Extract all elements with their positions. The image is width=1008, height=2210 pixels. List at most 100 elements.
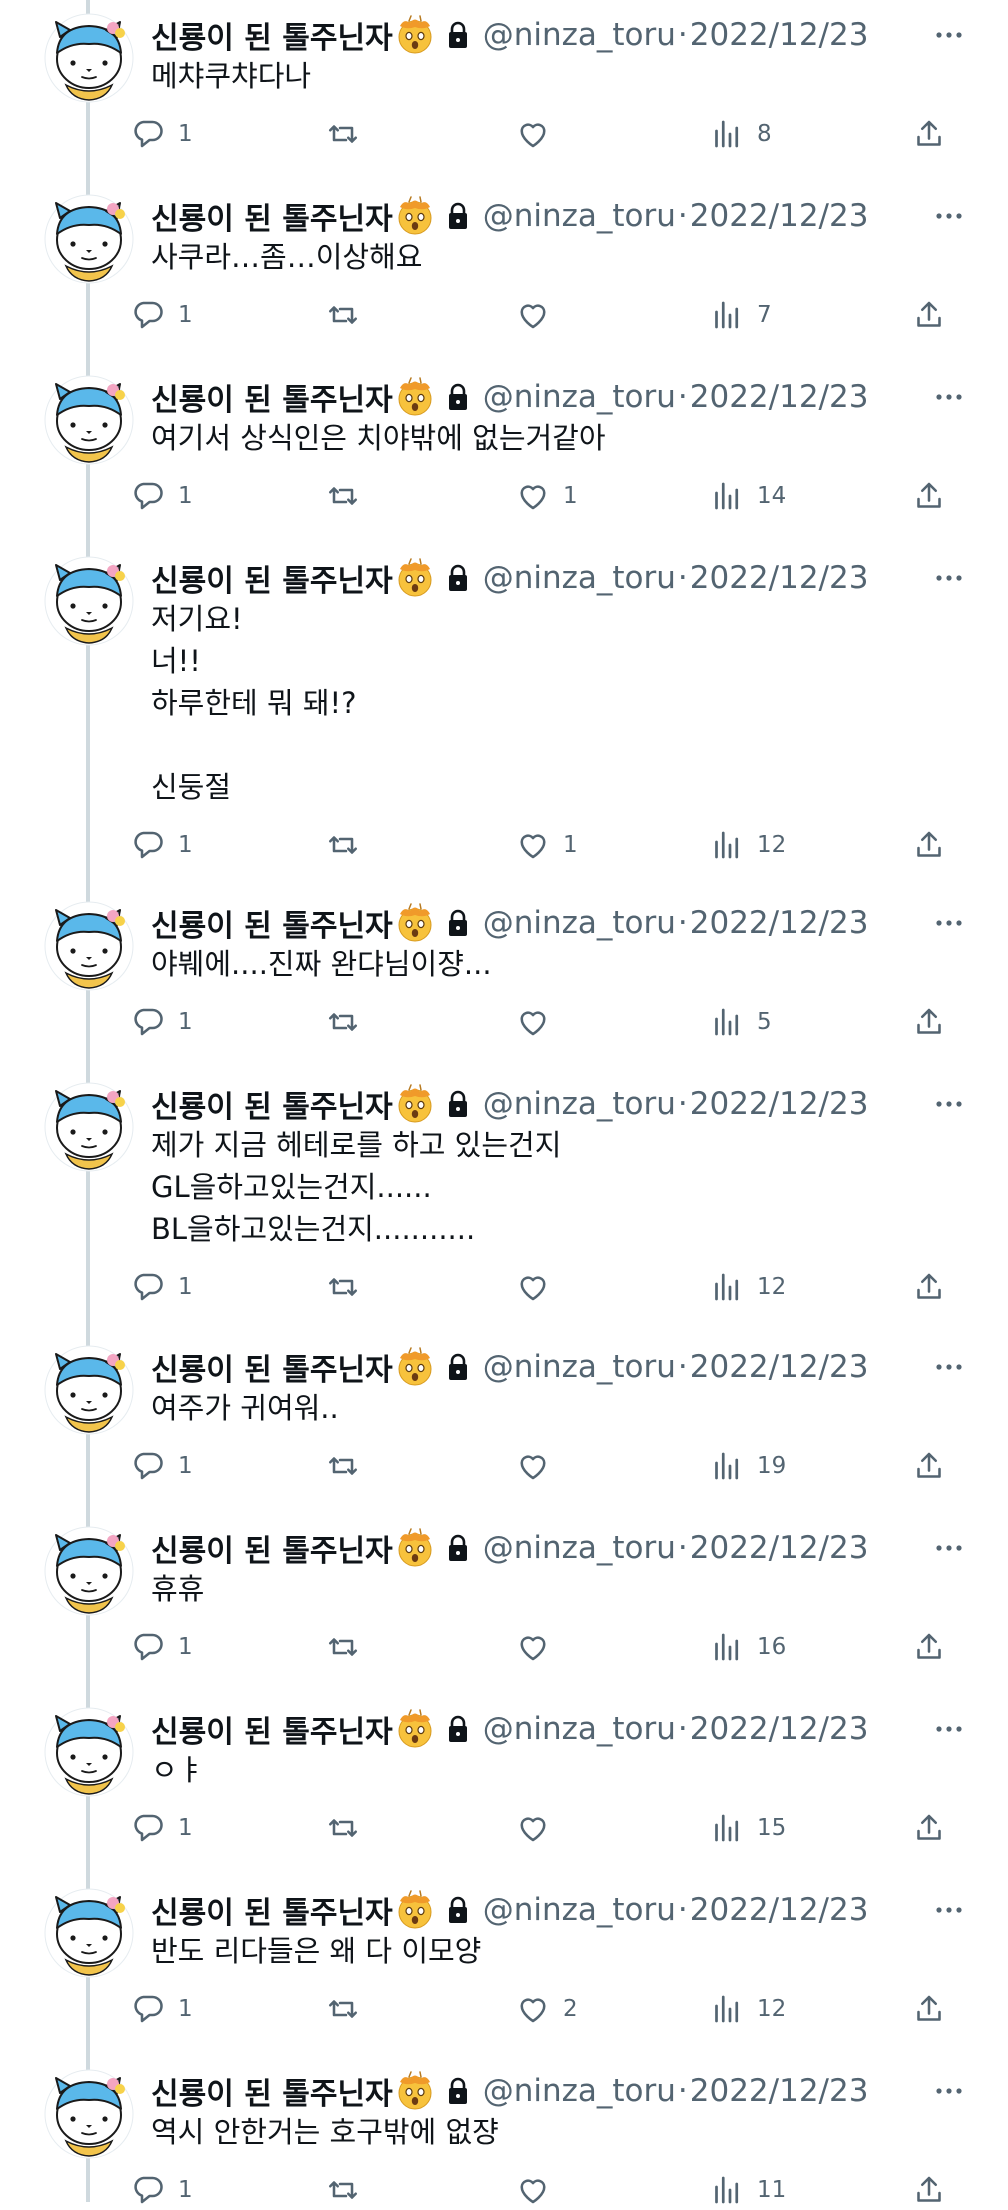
retweet-button[interactable]: [325, 1002, 373, 1042]
like-button[interactable]: 2: [515, 1989, 578, 2029]
tweet[interactable]: 신룡이 된 톨주닌자 @ninza_toru · 2022/12/23 ㅇㅑ 1 15: [0, 1707, 1008, 1890]
reply-button[interactable]: 1: [130, 1808, 193, 1848]
share-button[interactable]: [911, 1627, 947, 1667]
views-button[interactable]: 15: [709, 1808, 786, 1848]
reply-button[interactable]: 1: [130, 1989, 193, 2029]
share-button[interactable]: [911, 1808, 947, 1848]
user-handle[interactable]: @ninza_toru: [483, 1892, 676, 1928]
display-name[interactable]: 신룡이 된 톨주닌자: [151, 194, 393, 238]
tweet[interactable]: 신룡이 된 톨주닌자 @ninza_toru · 2022/12/23 저기요! 너…: [0, 556, 1008, 903]
tweet-date[interactable]: 2022/12/23: [690, 1892, 869, 1928]
more-button[interactable]: [934, 387, 964, 407]
tweet-date[interactable]: 2022/12/23: [690, 2073, 869, 2109]
tweet[interactable]: 신룡이 된 톨주닌자 @ninza_toru · 2022/12/23 휴휴 1 16: [0, 1526, 1008, 1709]
user-handle[interactable]: @ninza_toru: [483, 1530, 676, 1566]
reply-button[interactable]: 1: [130, 114, 193, 154]
display-name[interactable]: 신룡이 된 톨주닌자: [151, 1082, 393, 1126]
tweet[interactable]: 신룡이 된 톨주닌자 @ninza_toru · 2022/12/23 반도 리다들…: [0, 1888, 1008, 2071]
avatar[interactable]: [44, 901, 134, 991]
like-button[interactable]: [515, 1808, 563, 1848]
avatar[interactable]: [44, 1082, 134, 1172]
avatar[interactable]: [44, 1345, 134, 1435]
tweet[interactable]: 신룡이 된 톨주닌자 @ninza_toru · 2022/12/23 여주가 귀여…: [0, 1345, 1008, 1528]
share-button[interactable]: [911, 825, 947, 865]
user-handle[interactable]: @ninza_toru: [483, 1711, 676, 1747]
views-button[interactable]: 12: [709, 1267, 786, 1307]
like-button[interactable]: [515, 295, 563, 335]
views-button[interactable]: 8: [709, 114, 772, 154]
share-button[interactable]: [911, 295, 947, 335]
views-button[interactable]: 12: [709, 825, 786, 865]
like-button[interactable]: [515, 1267, 563, 1307]
tweet[interactable]: 신룡이 된 톨주닌자 @ninza_toru · 2022/12/23 메챠쿠챠다나…: [0, 0, 1008, 196]
avatar[interactable]: [44, 1707, 134, 1797]
reply-button[interactable]: 1: [130, 1627, 193, 1667]
tweet[interactable]: 신룡이 된 톨주닌자 @ninza_toru · 2022/12/23 여기서 상식…: [0, 375, 1008, 558]
avatar[interactable]: [44, 13, 134, 103]
more-button[interactable]: [934, 568, 964, 588]
avatar[interactable]: [44, 2069, 134, 2159]
like-button[interactable]: 1: [515, 476, 578, 516]
tweet-date[interactable]: 2022/12/23: [690, 17, 869, 53]
retweet-button[interactable]: [325, 476, 373, 516]
user-handle[interactable]: @ninza_toru: [483, 17, 676, 53]
more-button[interactable]: [934, 1900, 964, 1920]
display-name[interactable]: 신룡이 된 톨주닌자: [151, 375, 393, 419]
avatar[interactable]: [44, 1526, 134, 1616]
share-button[interactable]: [911, 476, 947, 516]
avatar[interactable]: [44, 556, 134, 646]
share-button[interactable]: [911, 1989, 947, 2029]
share-button[interactable]: [911, 1002, 947, 1042]
tweet-date[interactable]: 2022/12/23: [690, 1086, 869, 1122]
retweet-button[interactable]: [325, 1808, 373, 1848]
user-handle[interactable]: @ninza_toru: [483, 560, 676, 596]
tweet-date[interactable]: 2022/12/23: [690, 905, 869, 941]
more-button[interactable]: [934, 1719, 964, 1739]
more-button[interactable]: [934, 913, 964, 933]
display-name[interactable]: 신룡이 된 톨주닌자: [151, 556, 393, 600]
retweet-button[interactable]: [325, 1446, 373, 1486]
retweet-button[interactable]: [325, 1267, 373, 1307]
more-button[interactable]: [934, 1094, 964, 1114]
like-button[interactable]: [515, 114, 563, 154]
avatar[interactable]: [44, 375, 134, 465]
reply-button[interactable]: 1: [130, 2170, 193, 2210]
tweet[interactable]: 신룡이 된 톨주닌자 @ninza_toru · 2022/12/23 제가 지금 …: [0, 1082, 1008, 1347]
avatar[interactable]: [44, 194, 134, 284]
user-handle[interactable]: @ninza_toru: [483, 2073, 676, 2109]
tweet[interactable]: 신룡이 된 톨주닌자 @ninza_toru · 2022/12/23 사쿠라…좀……: [0, 194, 1008, 377]
display-name[interactable]: 신룡이 된 톨주닌자: [151, 13, 393, 57]
retweet-button[interactable]: [325, 825, 373, 865]
reply-button[interactable]: 1: [130, 1446, 193, 1486]
more-button[interactable]: [934, 25, 964, 45]
more-button[interactable]: [934, 1538, 964, 1558]
views-button[interactable]: 5: [709, 1002, 772, 1042]
like-button[interactable]: [515, 1002, 563, 1042]
tweet-date[interactable]: 2022/12/23: [690, 379, 869, 415]
reply-button[interactable]: 1: [130, 476, 193, 516]
retweet-button[interactable]: [325, 295, 373, 335]
like-button[interactable]: 1: [515, 825, 578, 865]
views-button[interactable]: 19: [709, 1446, 786, 1486]
like-button[interactable]: [515, 1446, 563, 1486]
user-handle[interactable]: @ninza_toru: [483, 198, 676, 234]
share-button[interactable]: [911, 1446, 947, 1486]
user-handle[interactable]: @ninza_toru: [483, 1349, 676, 1385]
retweet-button[interactable]: [325, 1989, 373, 2029]
views-button[interactable]: 16: [709, 1627, 786, 1667]
display-name[interactable]: 신룡이 된 톨주닌자: [151, 901, 393, 945]
retweet-button[interactable]: [325, 2170, 373, 2210]
reply-button[interactable]: 1: [130, 825, 193, 865]
display-name[interactable]: 신룡이 된 톨주닌자: [151, 2069, 393, 2113]
like-button[interactable]: [515, 2170, 563, 2210]
views-button[interactable]: 12: [709, 1989, 786, 2029]
views-button[interactable]: 11: [709, 2170, 786, 2210]
reply-button[interactable]: 1: [130, 1002, 193, 1042]
tweet-date[interactable]: 2022/12/23: [690, 560, 869, 596]
avatar[interactable]: [44, 1888, 134, 1978]
reply-button[interactable]: 1: [130, 1267, 193, 1307]
tweet-date[interactable]: 2022/12/23: [690, 198, 869, 234]
share-button[interactable]: [911, 2170, 947, 2210]
tweet[interactable]: 신룡이 된 톨주닌자 @ninza_toru · 2022/12/23 야붸에...…: [0, 901, 1008, 1084]
retweet-button[interactable]: [325, 114, 373, 154]
